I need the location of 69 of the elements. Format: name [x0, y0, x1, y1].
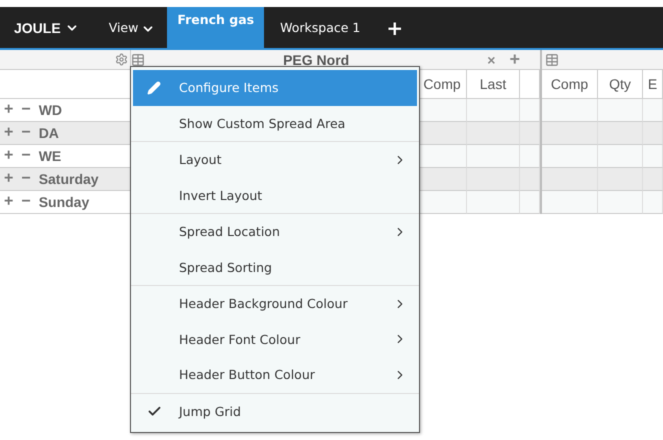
expand-button[interactable]: + [4, 170, 14, 188]
grid-cell [467, 145, 520, 168]
grid-cell [598, 99, 643, 122]
grid-cell [542, 122, 598, 145]
grid-cell [598, 191, 643, 214]
grid-cell [643, 122, 663, 145]
column-header: Qty [598, 70, 643, 99]
column-header: Comp [542, 70, 598, 99]
column-header [520, 70, 540, 99]
grid-cell [520, 168, 540, 191]
grid-cell [520, 145, 540, 168]
grid-cell [598, 122, 643, 145]
collapse-button[interactable]: − [21, 193, 31, 211]
grid-cell [467, 191, 520, 214]
menu-item[interactable]: Jump Grid [133, 394, 417, 429]
pencil-icon [147, 80, 161, 95]
workspace-tab[interactable]: Workspace 1 [268, 7, 372, 48]
expand-button[interactable]: + [4, 193, 14, 211]
menu-item[interactable]: Invert Layout [133, 178, 417, 213]
row-label: DA [38, 125, 59, 141]
row-label: WD [38, 102, 62, 118]
panel-title: PEG Nord [282, 52, 350, 68]
expand-button[interactable]: + [4, 101, 14, 119]
grid-cell [643, 191, 663, 214]
row-label: Saturday [38, 171, 99, 187]
table-icon[interactable] [131, 52, 145, 66]
grid-cell [542, 145, 598, 168]
collapse-button[interactable]: − [21, 101, 31, 119]
add-tab-button[interactable]: + [372, 7, 418, 48]
grid-cell [542, 168, 598, 191]
grid-cell [542, 99, 598, 122]
menu-item[interactable]: Header Font Colour [133, 322, 417, 357]
menu-item[interactable]: Configure Items [133, 70, 417, 106]
grid-cell [598, 145, 643, 168]
add-button[interactable]: + [509, 49, 520, 70]
menu-item[interactable]: Spread Location [133, 214, 417, 250]
menu-item[interactable]: Header Button Colour [133, 357, 417, 392]
menu-item[interactable]: Spread Sorting [133, 250, 417, 285]
expand-button[interactable]: + [4, 124, 14, 142]
row-label: WE [38, 148, 62, 164]
expand-button[interactable]: + [4, 147, 14, 165]
workspace-tab[interactable]: View [96, 7, 168, 48]
column-header: Last [467, 70, 520, 99]
grid-cell [520, 122, 540, 145]
close-button[interactable]: × [487, 52, 496, 68]
grid-cell [467, 122, 520, 145]
collapse-button[interactable]: − [21, 147, 31, 165]
row-label: Sunday [38, 194, 90, 210]
grid-cell [598, 168, 643, 191]
collapse-button[interactable]: − [21, 124, 31, 142]
grid-cell [520, 99, 540, 122]
column-header: Comp [418, 70, 467, 99]
menu-item[interactable]: Layout [133, 142, 417, 178]
menu-item[interactable]: Header Background Colour [133, 286, 417, 322]
settings-icon[interactable] [115, 53, 128, 66]
collapse-button[interactable]: − [21, 170, 31, 188]
brand-menu[interactable]: JOULE [14, 7, 79, 48]
table-icon[interactable] [545, 52, 559, 66]
grid-cell [520, 191, 540, 214]
grid-cell [467, 168, 520, 191]
grid-cell [542, 191, 598, 214]
workspace-tab[interactable]: French gas [167, 7, 264, 48]
grid-cell [643, 168, 663, 191]
menu-item[interactable]: Show Custom Spread Area [133, 106, 417, 141]
column-header: E [643, 70, 663, 99]
grid-cell [643, 99, 663, 122]
grid-cell [467, 99, 520, 122]
grid-cell [643, 145, 663, 168]
grid-cell [418, 168, 467, 191]
